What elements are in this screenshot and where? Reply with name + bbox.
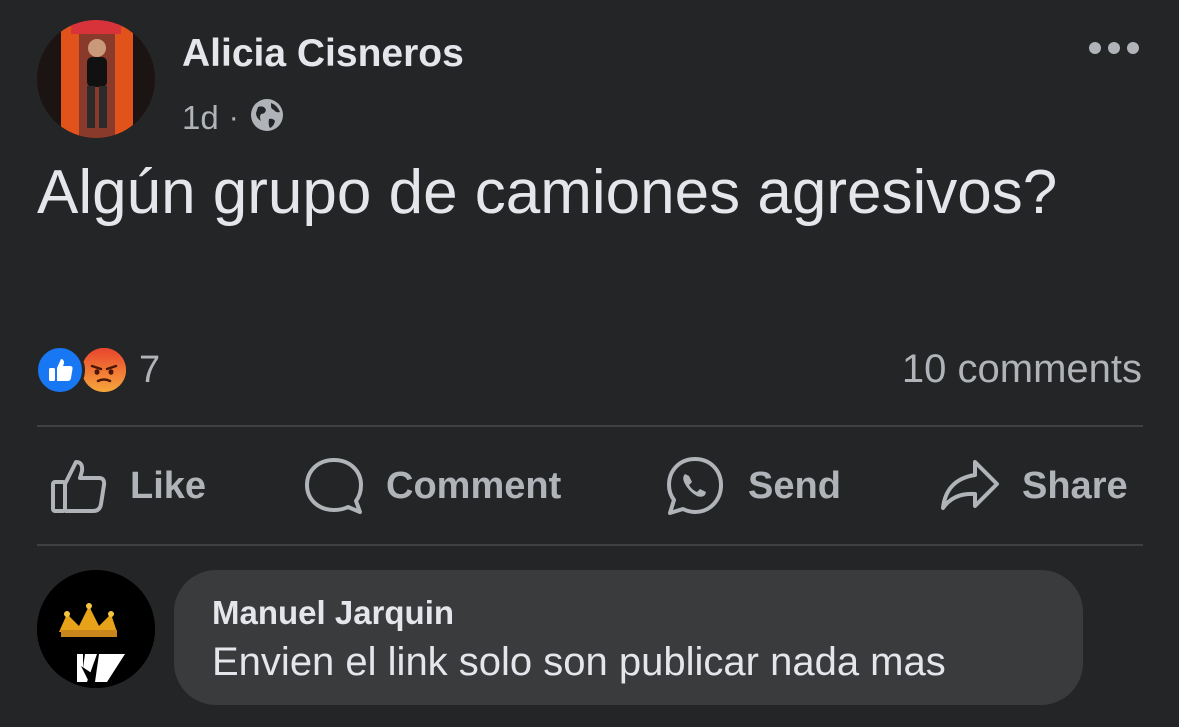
reactions-summary[interactable]: 7 bbox=[35, 345, 160, 395]
comment-button[interactable]: Comment bbox=[304, 450, 561, 522]
angry-reaction-icon bbox=[79, 345, 129, 395]
commenter-avatar[interactable] bbox=[37, 570, 155, 688]
commenter-name[interactable]: Manuel Jarquin bbox=[212, 594, 1083, 632]
whatsapp-icon bbox=[667, 457, 723, 515]
send-label: Send bbox=[748, 464, 841, 507]
comment-label: Comment bbox=[386, 464, 562, 507]
comment-text: Envien el link solo son publicar nada ma… bbox=[212, 640, 946, 684]
author-avatar[interactable] bbox=[37, 20, 155, 138]
send-button[interactable]: Send bbox=[664, 450, 841, 522]
globe-icon bbox=[249, 97, 285, 138]
post-author-name[interactable]: Alicia Cisneros bbox=[182, 32, 464, 76]
like-reaction-icon bbox=[35, 345, 85, 395]
comments-count-link[interactable]: 10 comments bbox=[902, 347, 1142, 392]
divider bbox=[37, 425, 1143, 427]
post-time[interactable]: 1d bbox=[182, 99, 219, 137]
more-options-button[interactable] bbox=[1088, 38, 1140, 58]
more-icon bbox=[1089, 42, 1139, 54]
thumbs-up-icon bbox=[51, 460, 107, 513]
author-photo bbox=[37, 20, 155, 138]
share-button[interactable]: Share bbox=[940, 450, 1128, 522]
comment-bubble[interactable]: Manuel Jarquin Envien el link solo son p… bbox=[174, 570, 1083, 705]
post-meta: 1d · bbox=[182, 97, 285, 138]
share-icon bbox=[941, 460, 999, 510]
meta-separator: · bbox=[228, 100, 239, 134]
like-button[interactable]: Like bbox=[50, 450, 206, 522]
crown-logo-icon bbox=[37, 570, 155, 688]
like-label: Like bbox=[130, 464, 207, 507]
share-label: Share bbox=[1022, 464, 1128, 507]
reaction-count: 7 bbox=[139, 348, 161, 391]
divider bbox=[37, 544, 1143, 546]
comment-icon bbox=[305, 458, 363, 514]
post-text: Algún grupo de camiones agresivos? bbox=[37, 158, 1058, 227]
